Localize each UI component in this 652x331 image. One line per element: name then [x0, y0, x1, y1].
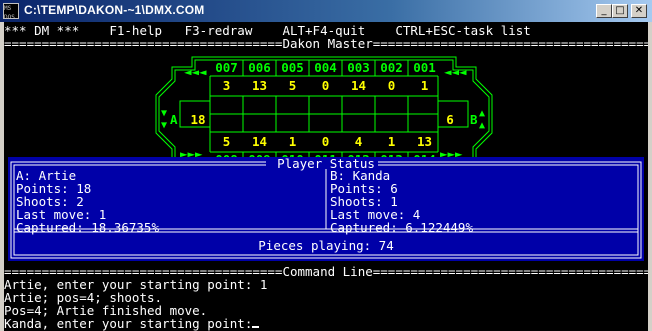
- player-b-captured: Captured: 6.122449%: [330, 220, 473, 235]
- console-area[interactable]: *** DM *** F1-help F3-redraw ALT+F4-quit…: [4, 22, 648, 331]
- msdos-app-icon[interactable]: MS DOS: [3, 3, 19, 19]
- pit-value-top-5[interactable]: 14: [344, 79, 373, 93]
- pit-value-bottom-1[interactable]: 5: [212, 135, 241, 149]
- pit-label-top-3: 005: [281, 60, 304, 75]
- pit-value-bottom-5[interactable]: 4: [344, 135, 373, 149]
- window-title: C:\TEMP\DAKON-~1\DMX.COM: [24, 3, 205, 17]
- pit-value-bottom-6[interactable]: 1: [377, 135, 406, 149]
- player-status-title: Player Status: [277, 156, 375, 171]
- pit-value-bottom-3[interactable]: 1: [278, 135, 307, 149]
- command-prompt[interactable]: Kanda, enter your starting point:: [4, 316, 260, 331]
- pit-value-top-6[interactable]: 0: [377, 79, 406, 93]
- pit-value-top-2[interactable]: 13: [245, 79, 274, 93]
- pit-value-top-4[interactable]: 0: [311, 79, 340, 93]
- pit-value-top-3[interactable]: 5: [278, 79, 307, 93]
- player-status-panel: Player Status A: Artie Points: 18 Shoots…: [8, 157, 644, 261]
- pit-label-top-2: 006: [248, 60, 271, 75]
- window-titlebar[interactable]: MS DOS C:\TEMP\DAKON-~1\DMX.COM _ □ ✕: [0, 0, 652, 23]
- up-arrow-right2-icon: ▲: [479, 120, 486, 131]
- pit-label-top-6: 002: [380, 60, 403, 75]
- minimize-button[interactable]: _: [596, 4, 612, 18]
- store-b-label: B: [470, 112, 478, 127]
- down-arrow-left2-icon: ▼: [161, 120, 168, 131]
- pit-value-bottom-2[interactable]: 14: [245, 135, 274, 149]
- close-button[interactable]: ✕: [631, 4, 647, 18]
- pit-value-bottom-7[interactable]: 13: [410, 135, 439, 149]
- window-frame-right: [648, 22, 652, 331]
- text-cursor-icon: [252, 326, 260, 328]
- pit-value-top-7[interactable]: 1: [410, 79, 439, 93]
- dakon-master-bar: =====================================Dak…: [4, 36, 648, 51]
- pit-label-top-4: 004: [314, 60, 337, 75]
- pit-label-top-5: 003: [347, 60, 370, 75]
- pit-label-top-7: 001: [413, 60, 436, 75]
- pit-value-bottom-4[interactable]: 0: [311, 135, 340, 149]
- pit-value-top-1[interactable]: 3: [212, 79, 241, 93]
- maximize-button[interactable]: □: [612, 4, 628, 18]
- arrow-left-top-right-icon: ◄◄◄: [444, 64, 467, 79]
- command-prompt-text: Kanda, enter your starting point:: [4, 316, 253, 331]
- store-b-value: 6: [446, 112, 454, 127]
- minimize-icon: _: [601, 5, 607, 16]
- store-a-label: A: [170, 112, 178, 127]
- player-a-captured: Captured: 18.36735%: [16, 220, 159, 235]
- arrow-left-top-icon: ◄◄◄: [184, 64, 207, 79]
- close-icon: ✕: [634, 5, 644, 16]
- pieces-playing: Pieces playing: 74: [258, 238, 394, 253]
- pit-label-top-1: 007: [215, 60, 238, 75]
- maximize-icon: □: [615, 5, 625, 16]
- store-a-value: 18: [190, 112, 206, 127]
